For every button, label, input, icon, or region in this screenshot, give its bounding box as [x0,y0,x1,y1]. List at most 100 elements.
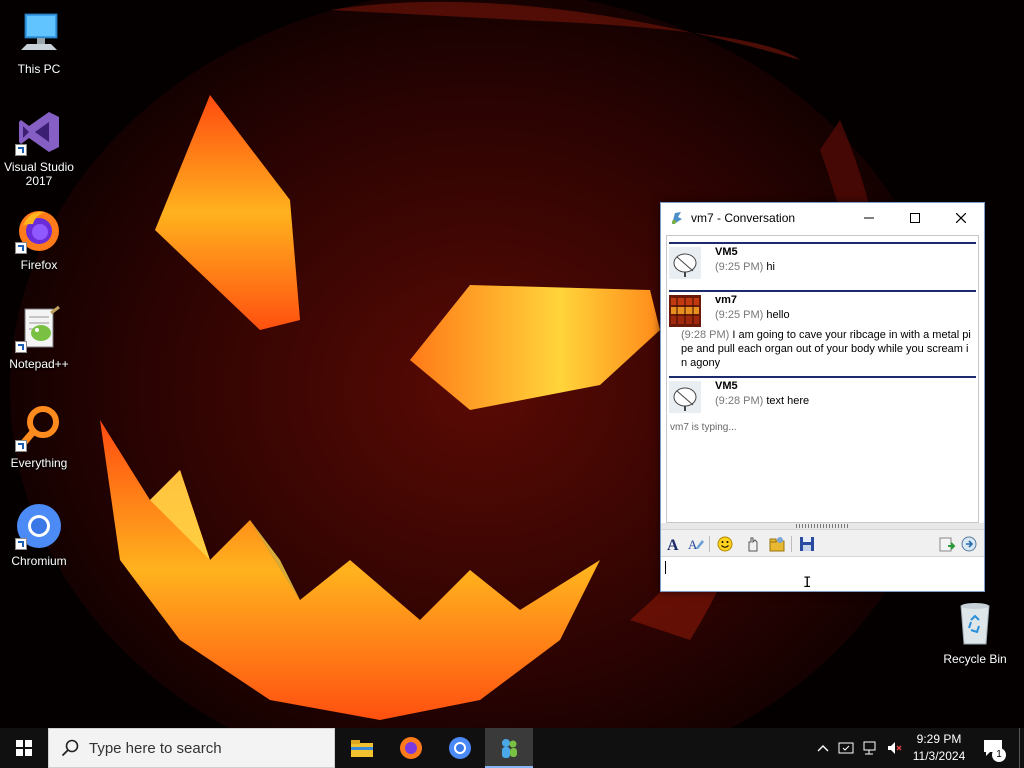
close-button[interactable] [938,203,984,233]
computer-icon [15,10,63,58]
windows-logo-icon [16,740,32,756]
show-desktop-button[interactable] [1019,728,1020,768]
status-button[interactable] [961,535,979,553]
folder-icon [769,537,785,552]
typing-status: vm7 is typing... [670,422,737,433]
chevron-up-icon [817,745,829,752]
splitter-grip [796,524,850,528]
smiley-icon [717,536,733,552]
shortcut-arrow-icon [15,440,27,452]
message-time: (9:28 PM) [681,329,730,341]
desktop-icon-label: Notepad++ [9,357,69,371]
desktop-icon-label: Firefox [20,258,58,272]
desktop-icon-this-pc[interactable]: This PC [0,10,78,76]
search-input[interactable] [89,739,319,757]
desktop-icon-recycle-bin[interactable]: Recycle Bin [938,600,1012,666]
window-titlebar[interactable]: vm7 - Conversation [661,203,984,233]
start-button[interactable] [0,728,48,768]
taskbar-clock[interactable]: 9:29 PM 11/3/2024 [906,731,972,765]
window-title: vm7 - Conversation [691,211,796,225]
notepad-plus-plus-icon [15,305,63,353]
clock-time: 9:29 PM [916,732,962,746]
message-input[interactable]: I [661,557,984,591]
message-text: hi [766,261,775,273]
taskbar-chromium[interactable] [436,728,484,768]
firefox-icon [15,206,63,254]
tray-volume-icon[interactable] [886,740,902,756]
desktop-icon-notepad-plus-plus[interactable]: Notepad++ [0,305,78,371]
satellite-avatar-icon [669,247,701,279]
message-time: (9:25 PM) [715,261,764,273]
toolbar-separator [791,536,792,552]
minimize-icon [864,217,874,219]
taskbar-search-box[interactable] [48,728,335,768]
message-text: text here [766,395,810,407]
folder-icon [351,740,373,757]
shortcut-arrow-icon [15,144,27,156]
emoticon-button[interactable] [716,535,734,553]
shortcut-arrow-icon [15,341,27,353]
save-disk-icon [800,537,814,551]
shortcut-arrow-icon [15,242,27,254]
message-line: (9:25 PM) hi [715,260,974,274]
taskbar: 9:29 PM 11/3/2024 1 [0,728,1024,768]
save-button[interactable] [798,535,816,553]
messenger-app-icon [672,212,682,224]
everything-search-icon [15,404,63,452]
send-file-button[interactable] [768,535,786,553]
messenger-buddies-icon [502,739,517,758]
shortcut-arrow-icon [15,538,27,550]
message-followup: (9:28 PM) I am going to cave your ribcag… [681,328,972,370]
text-style-icon: A [688,537,704,552]
desktop-icon-chromium[interactable]: Chromium [0,502,78,568]
visual-studio-icon [15,108,63,156]
toolbar-separator [709,536,710,552]
page-arrow-icon [939,537,956,552]
font-icon: A [667,537,679,552]
activities-button[interactable] [938,535,956,553]
text-color-button[interactable]: A [687,535,705,553]
desktop-icon-visual-studio[interactable]: Visual Studio 2017 [0,108,78,188]
formatting-toolbar: A A [661,529,984,557]
message-item: VM5 (9:28 PM) text here [667,378,978,414]
minimize-button[interactable] [846,203,892,233]
desktop-icon-firefox[interactable]: Firefox [0,206,78,272]
svg-text:A: A [688,537,698,552]
network-icon [863,741,876,755]
show-hidden-icons-button[interactable] [815,740,831,756]
tray-security-icon[interactable] [838,740,854,756]
taskbar-file-explorer[interactable] [338,728,386,768]
chat-history[interactable]: VM5 (9:25 PM) hi vm7 (9:25 PM) hello (9:… [666,235,979,523]
message-time: (9:25 PM) [715,309,764,321]
message-time: (9:28 PM) [715,395,764,407]
taskbar-messenger[interactable] [485,728,533,768]
chromium-icon [15,502,63,550]
bookshelf-avatar-icon [669,295,701,327]
firefox-icon [400,737,422,759]
desktop-icon-label: This PC [17,62,61,76]
message-line: (9:28 PM) text here [715,394,974,408]
taskbar-firefox[interactable] [387,728,435,768]
text-cursor-icon: I [803,575,812,591]
maximize-icon [910,213,920,223]
message-item: vm7 (9:25 PM) hello (9:28 PM) I am going… [667,292,978,370]
conversation-window[interactable]: vm7 - Conversation VM5 (9:25 PM) hi vm7 … [660,202,985,592]
message-sender: VM5 [715,380,738,392]
nudge-button[interactable] [744,535,762,553]
desktop-icon-label: Everything [10,456,68,470]
maximize-button[interactable] [892,203,938,233]
hand-icon [748,537,758,552]
desktop-icon-everything[interactable]: Everything [0,404,78,470]
clock-date: 11/3/2024 [912,749,966,763]
svg-text:A: A [667,537,679,552]
desktop-icon-label: Chromium [11,554,67,568]
message-item: VM5 (9:25 PM) hi [667,244,978,284]
chromium-icon [449,737,471,759]
shield-icon [838,742,854,754]
desktop-icon-label: Visual Studio [4,160,74,174]
notification-count-badge: 1 [992,748,1006,762]
volume-muted-icon [888,742,902,754]
text-caret [665,561,666,574]
tray-network-icon[interactable] [862,740,878,756]
font-button[interactable]: A [665,535,683,553]
